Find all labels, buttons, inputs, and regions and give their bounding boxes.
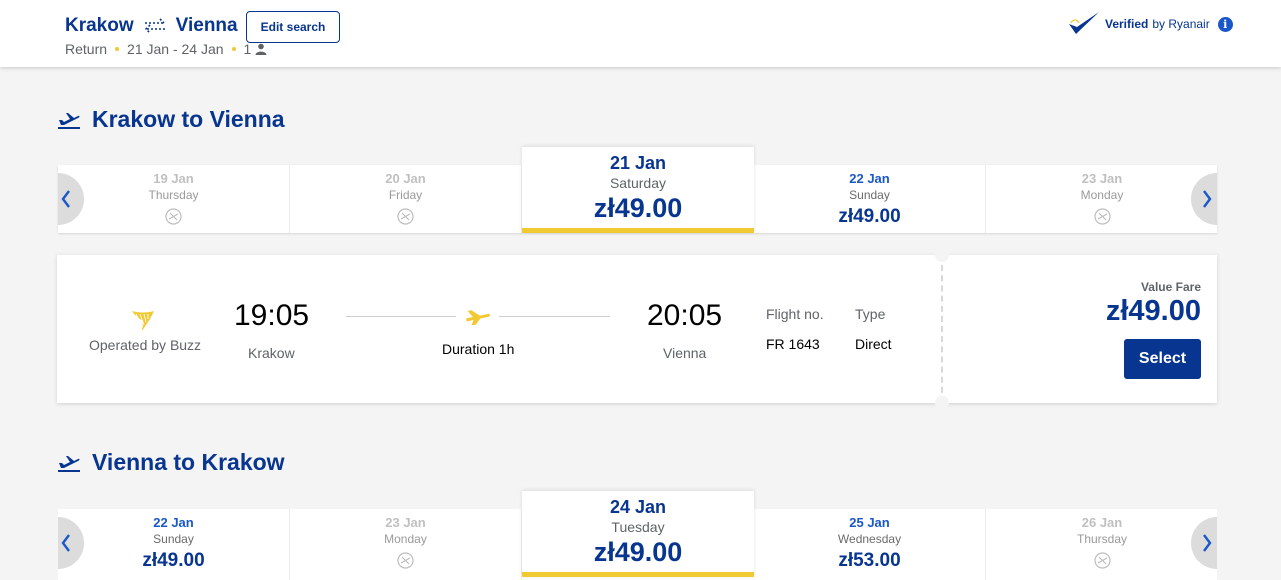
search-summary-header: Krakow Vienna Edit search Return 21 Jan … xyxy=(0,0,1281,67)
date-label: 22 Jan xyxy=(849,171,890,186)
weekday-label: Wednesday xyxy=(837,532,902,546)
weekday-label: Tuesday xyxy=(611,519,665,535)
date-price: zł49.00 xyxy=(593,537,683,567)
select-flight-button[interactable]: Select xyxy=(1124,339,1201,379)
trip-type: Return xyxy=(65,41,108,57)
origin-city: Krakow xyxy=(65,15,134,36)
date-option[interactable]: 20 Jan Friday xyxy=(290,165,522,233)
next-dates-button[interactable] xyxy=(1191,173,1217,225)
return-title-text: Vienna to Krakow xyxy=(92,449,285,475)
checkmark-harp-icon xyxy=(1069,12,1099,34)
fare-price: zł49.00 xyxy=(1105,295,1201,327)
plane-takeoff-icon xyxy=(58,112,80,129)
person-icon xyxy=(255,43,267,55)
date-price: zł49.00 xyxy=(593,193,683,223)
weekday-label: Thursday xyxy=(148,188,199,202)
outbound-date-strip: 19 Jan Thursday 20 Jan Friday 21 Jan Sat… xyxy=(58,147,1218,233)
date-label: 23 Jan xyxy=(385,515,426,530)
swap-arrows-icon xyxy=(144,18,165,34)
ticket-notch xyxy=(935,396,949,410)
chevron-left-icon xyxy=(61,534,70,552)
date-option-selected[interactable]: 21 Jan Saturday zł49.00 xyxy=(522,147,754,233)
date-label: 26 Jan xyxy=(1081,515,1123,530)
date-option[interactable]: 19 Jan Thursday xyxy=(58,165,290,233)
date-option[interactable]: 26 Jan Thursday xyxy=(986,509,1218,580)
chevron-right-icon xyxy=(1203,190,1212,208)
plane-icon xyxy=(466,310,491,325)
return-section-title: Vienna to Krakow xyxy=(58,449,285,476)
arrival-city: Vienna xyxy=(663,345,707,361)
fare-type-label: Value Fare xyxy=(1140,280,1201,294)
weekday-label: Monday xyxy=(1080,188,1124,202)
date-label: 24 Jan xyxy=(609,497,667,517)
flight-number: FR 1643 xyxy=(766,336,820,352)
plane-takeoff-icon xyxy=(58,455,80,472)
return-date-strip: 22 Jan Sunday zł49.00 23 Jan Monday 24 J… xyxy=(58,491,1218,580)
route-line xyxy=(346,316,456,317)
info-icon[interactable]: i xyxy=(1217,16,1233,32)
date-label: 21 Jan xyxy=(609,153,667,173)
weekday-label: Sunday xyxy=(849,188,890,202)
weekday-label: Saturday xyxy=(609,175,667,191)
date-option[interactable]: 23 Jan Monday xyxy=(290,509,522,580)
outbound-section-title: Krakow to Vienna xyxy=(58,106,285,133)
next-dates-button[interactable] xyxy=(1191,517,1217,569)
weekday-label: Thursday xyxy=(1076,532,1128,546)
date-label: 19 Jan xyxy=(153,171,194,186)
outbound-title-text: Krakow to Vienna xyxy=(92,106,285,132)
arrival-time: 20:05 xyxy=(647,299,723,332)
verified-label: Verified xyxy=(1105,17,1149,31)
passenger-count: 1 xyxy=(243,41,252,57)
date-option[interactable]: 22 Jan Sunday zł49.00 xyxy=(58,509,290,580)
separator-dot xyxy=(231,47,236,51)
ticket-divider xyxy=(941,255,943,403)
next-clip xyxy=(1190,165,1217,233)
route-line xyxy=(499,316,610,317)
date-label: 20 Jan xyxy=(385,171,426,186)
date-option-selected[interactable]: 24 Jan Tuesday zł49.00 xyxy=(522,491,754,577)
destination-city: Vienna xyxy=(175,15,238,36)
departure-time: 19:05 xyxy=(234,299,310,332)
prev-dates-button[interactable] xyxy=(58,173,84,225)
trip-dates: 21 Jan - 24 Jan xyxy=(127,41,224,57)
prev-clip xyxy=(58,509,88,577)
weekday-label: Sunday xyxy=(153,532,194,546)
no-flight-icon xyxy=(165,208,182,225)
ticket-notch xyxy=(935,248,949,262)
prev-clip xyxy=(58,165,88,233)
date-price: zł53.00 xyxy=(838,550,901,571)
flight-duration: Duration 1h xyxy=(442,341,515,357)
date-option[interactable]: 22 Jan Sunday zł49.00 xyxy=(754,165,986,233)
departure-city: Krakow xyxy=(248,345,295,361)
date-option[interactable]: 23 Jan Monday xyxy=(986,165,1218,233)
date-label: 25 Jan xyxy=(849,515,890,530)
weekday-label: Monday xyxy=(384,532,427,546)
date-price: zł49.00 xyxy=(142,550,205,571)
chevron-left-icon xyxy=(61,190,70,208)
date-label: 23 Jan xyxy=(1081,171,1123,186)
operator-label: Operated by Buzz xyxy=(89,337,202,353)
separator-dot xyxy=(115,47,120,51)
no-flight-icon xyxy=(397,208,414,225)
no-flight-icon xyxy=(1093,552,1111,569)
flight-type-label: Type xyxy=(855,306,886,322)
flight-type: Direct xyxy=(855,336,892,352)
trip-details: Return 21 Jan - 24 Jan 1 xyxy=(65,41,267,57)
ryanair-harp-logo xyxy=(132,311,154,331)
next-clip xyxy=(1190,509,1217,577)
verified-badge: Verified by Ryanair i xyxy=(1067,10,1233,38)
verified-by-label: by Ryanair xyxy=(1152,17,1210,31)
edit-search-button[interactable]: Edit search xyxy=(246,11,340,43)
flight-card[interactable]: Operated by Buzz 19:05 Krakow Duration 1… xyxy=(57,248,1217,410)
date-label: 22 Jan xyxy=(153,515,194,530)
no-flight-icon xyxy=(397,552,414,569)
date-price: zł49.00 xyxy=(838,206,901,227)
prev-dates-button[interactable] xyxy=(58,517,84,569)
chevron-right-icon xyxy=(1203,534,1212,552)
route-title: Krakow Vienna xyxy=(65,15,238,37)
date-option[interactable]: 25 Jan Wednesday zł53.00 xyxy=(754,509,986,580)
weekday-label: Friday xyxy=(388,188,423,202)
flight-number-label: Flight no. xyxy=(766,306,824,322)
no-flight-icon xyxy=(1093,208,1111,225)
